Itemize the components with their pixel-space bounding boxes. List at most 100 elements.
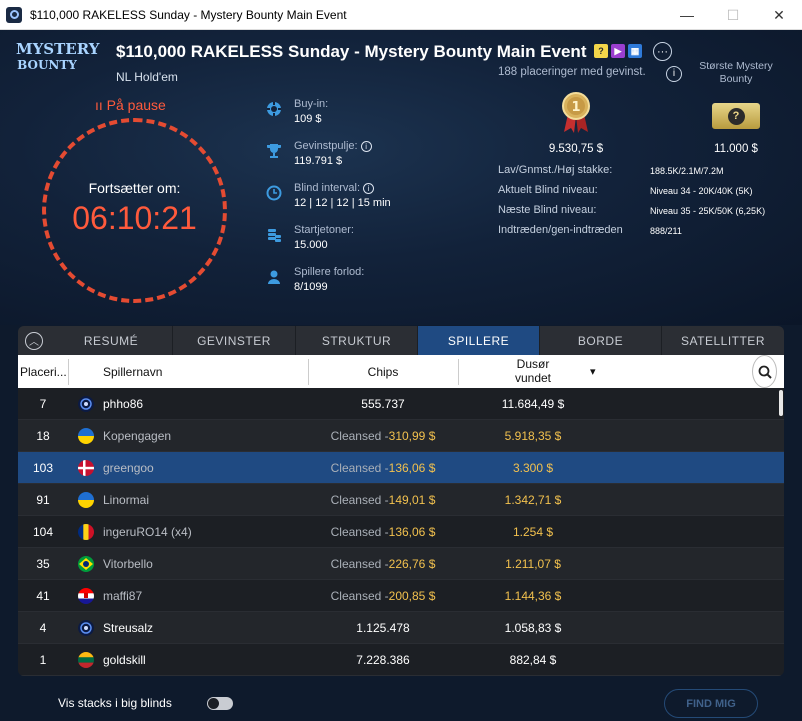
players-left-label: Spillere forlod: bbox=[294, 266, 365, 278]
table-row[interactable]: 1 goldskill 7.228.386 882,84 $ bbox=[18, 644, 784, 676]
brazil-flag-icon bbox=[78, 556, 94, 572]
table-row[interactable]: 35 Vitorbello Cleansed - 226,76 $ 1.211,… bbox=[18, 548, 784, 580]
row-place: 91 bbox=[36, 493, 50, 507]
lithuania-flag-icon bbox=[78, 652, 94, 668]
croatia-flag-icon bbox=[78, 588, 94, 604]
video-icon: ▶ bbox=[611, 44, 625, 58]
info-buyin: Buy-in: 109 $ bbox=[266, 98, 328, 125]
maximize-button[interactable]: ☐ bbox=[710, 0, 756, 30]
poker-chip-icon bbox=[266, 101, 282, 117]
paused-status: ıı På pause bbox=[95, 97, 166, 113]
search-button[interactable] bbox=[752, 355, 777, 388]
row-player-name: maffi87 bbox=[103, 589, 143, 603]
row-player-name: goldskill bbox=[103, 653, 146, 667]
big-blinds-label: Vis stacks i big blinds bbox=[58, 696, 172, 710]
row-bounty-won: 1.058,83 $ bbox=[504, 621, 562, 635]
table-row-selected[interactable]: 103 greengoo Cleansed - 136,06 $ 3.300 $ bbox=[18, 452, 784, 484]
table-row[interactable]: 91 Linormai Cleansed - 149,01 $ 1.342,71… bbox=[18, 484, 784, 516]
big-blinds-toggle[interactable] bbox=[207, 697, 233, 710]
ukraine-flag-icon bbox=[78, 428, 94, 444]
blind-interval-value: 12 | 12 | 12 | 15 min bbox=[294, 197, 391, 209]
entries-label: Indtræden/gen-indtræden bbox=[498, 224, 623, 236]
row-place: 7 bbox=[39, 397, 47, 411]
tab-players[interactable]: SPILLERE bbox=[418, 326, 540, 355]
row-player-name: phho86 bbox=[103, 397, 144, 411]
close-button[interactable]: ✕ bbox=[756, 0, 802, 30]
row-player-name: Vitorbello bbox=[103, 557, 153, 571]
table-row[interactable]: 104 ingeruRO14 (x4) Cleansed - 136,06 $ … bbox=[18, 516, 784, 548]
row-place: 1 bbox=[39, 653, 47, 667]
row-place: 41 bbox=[36, 589, 50, 603]
table-row[interactable]: 7 phho86 555.737 11.684,49 $ bbox=[18, 388, 784, 420]
blind-interval-label: Blind interval: bbox=[294, 182, 361, 194]
find-me-button[interactable]: FIND MIG bbox=[664, 689, 758, 718]
info-icon[interactable]: i bbox=[666, 66, 682, 82]
players-table-body: 7 phho86 555.737 11.684,49 $ 18 Kopengag… bbox=[18, 388, 784, 676]
lobby-tabs: ︿ RESUMÉ GEVINSTER STRUKTUR SPILLERE BOR… bbox=[18, 326, 784, 355]
table-row[interactable]: 41 maffi87 Cleansed - 200,85 $ 1.144,36 … bbox=[18, 580, 784, 612]
collapse-button[interactable]: ︿ bbox=[18, 326, 50, 355]
info-prizepool: Gevinstpulje: i 119.791 $ bbox=[266, 140, 372, 167]
trophy-icon bbox=[266, 143, 282, 159]
row-chips: Cleansed - 136,06 $ bbox=[330, 525, 436, 539]
tab-tables[interactable]: BORDE bbox=[540, 326, 662, 355]
info-icon[interactable]: i bbox=[360, 140, 372, 152]
minimize-button[interactable]: — bbox=[664, 0, 710, 30]
players-left-value: 8/1099 bbox=[294, 281, 328, 293]
current-blind-label: Aktuelt Blind niveau: bbox=[498, 184, 598, 196]
row-bounty-won: 1.254 $ bbox=[512, 525, 554, 539]
col-chips[interactable]: Chips bbox=[308, 355, 458, 388]
col-player-name[interactable]: Spillernavn bbox=[103, 355, 162, 388]
tab-satellites[interactable]: SATELLITTER bbox=[662, 326, 784, 355]
row-place: 4 bbox=[39, 621, 47, 635]
row-chips: 1.125.478 bbox=[356, 621, 410, 635]
prizepool-label: Gevinstpulje: bbox=[294, 140, 358, 152]
pokerstars-flag-icon bbox=[78, 620, 94, 636]
col-place[interactable]: Placeri... bbox=[20, 355, 67, 388]
tab-prizes[interactable]: GEVINSTER bbox=[173, 326, 296, 355]
row-chips: Cleansed - 226,76 $ bbox=[330, 557, 436, 571]
sort-desc-icon[interactable]: ▾ bbox=[590, 355, 596, 388]
info-players-left: Spillere forlod: 8/1099 bbox=[266, 266, 364, 293]
table-row[interactable]: 18 Kopengagen Cleansed - 310,99 $ 5.918,… bbox=[18, 420, 784, 452]
row-bounty-won: 1.211,07 $ bbox=[505, 557, 561, 571]
row-chips: Cleansed - 200,85 $ bbox=[330, 589, 436, 603]
row-chips: Cleansed - 310,99 $ bbox=[330, 429, 436, 443]
event-title: $110,000 RAKELESS Sunday - Mystery Bount… bbox=[116, 42, 587, 61]
chevron-up-icon: ︿ bbox=[25, 331, 43, 350]
next-blind-label: Næste Blind niveau: bbox=[498, 204, 597, 216]
tab-summary[interactable]: RESUMÉ bbox=[50, 326, 173, 355]
row-place: 18 bbox=[36, 429, 50, 443]
row-place: 103 bbox=[32, 461, 54, 475]
tab-structure[interactable]: STRUKTUR bbox=[296, 326, 418, 355]
info-icon[interactable]: i bbox=[363, 182, 375, 194]
row-chips: 555.737 bbox=[361, 397, 405, 411]
app-icon bbox=[6, 6, 22, 23]
player-icon bbox=[266, 269, 282, 285]
prizepool-value: 119.791 $ bbox=[294, 155, 343, 167]
row-bounty-won: 1.144,36 $ bbox=[504, 589, 562, 603]
buyin-value: 109 $ bbox=[294, 113, 322, 125]
col-bounty-won[interactable]: Dusør vundet bbox=[508, 355, 558, 388]
row-place: 104 bbox=[32, 525, 54, 539]
countdown-time: 06:10:21 bbox=[72, 200, 197, 236]
table-row[interactable]: 4 Streusalz 1.125.478 1.058,83 $ bbox=[18, 612, 784, 644]
starting-chips-label: Startjetoner: bbox=[294, 224, 354, 236]
table-scrollbar[interactable] bbox=[779, 390, 783, 416]
pokerstars-flag-icon bbox=[78, 396, 94, 412]
row-bounty-won: 3.300 $ bbox=[512, 461, 554, 475]
denmark-flag-icon bbox=[78, 460, 94, 476]
row-player-name: greengoo bbox=[103, 461, 154, 475]
calendar-icon: ▦ bbox=[628, 44, 642, 58]
row-player-name: Streusalz bbox=[103, 621, 154, 635]
row-chips: 7.228.386 bbox=[356, 653, 410, 667]
stack-stat-label: Lav/Gnmst./Høj stakke: bbox=[498, 164, 613, 176]
buyin-label: Buy-in: bbox=[294, 98, 329, 110]
row-bounty-won: 5.918,35 $ bbox=[504, 429, 562, 443]
more-options-button[interactable]: ··· bbox=[653, 42, 672, 61]
search-icon bbox=[758, 365, 772, 379]
row-bounty-won: 11.684,49 $ bbox=[501, 397, 565, 411]
romania-flag-icon bbox=[78, 524, 94, 540]
current-blind-value: Niveau 34 - 20K/40K (5K) bbox=[650, 186, 753, 196]
next-blind-value: Niveau 35 - 25K/50K (6,25K) bbox=[650, 206, 766, 216]
